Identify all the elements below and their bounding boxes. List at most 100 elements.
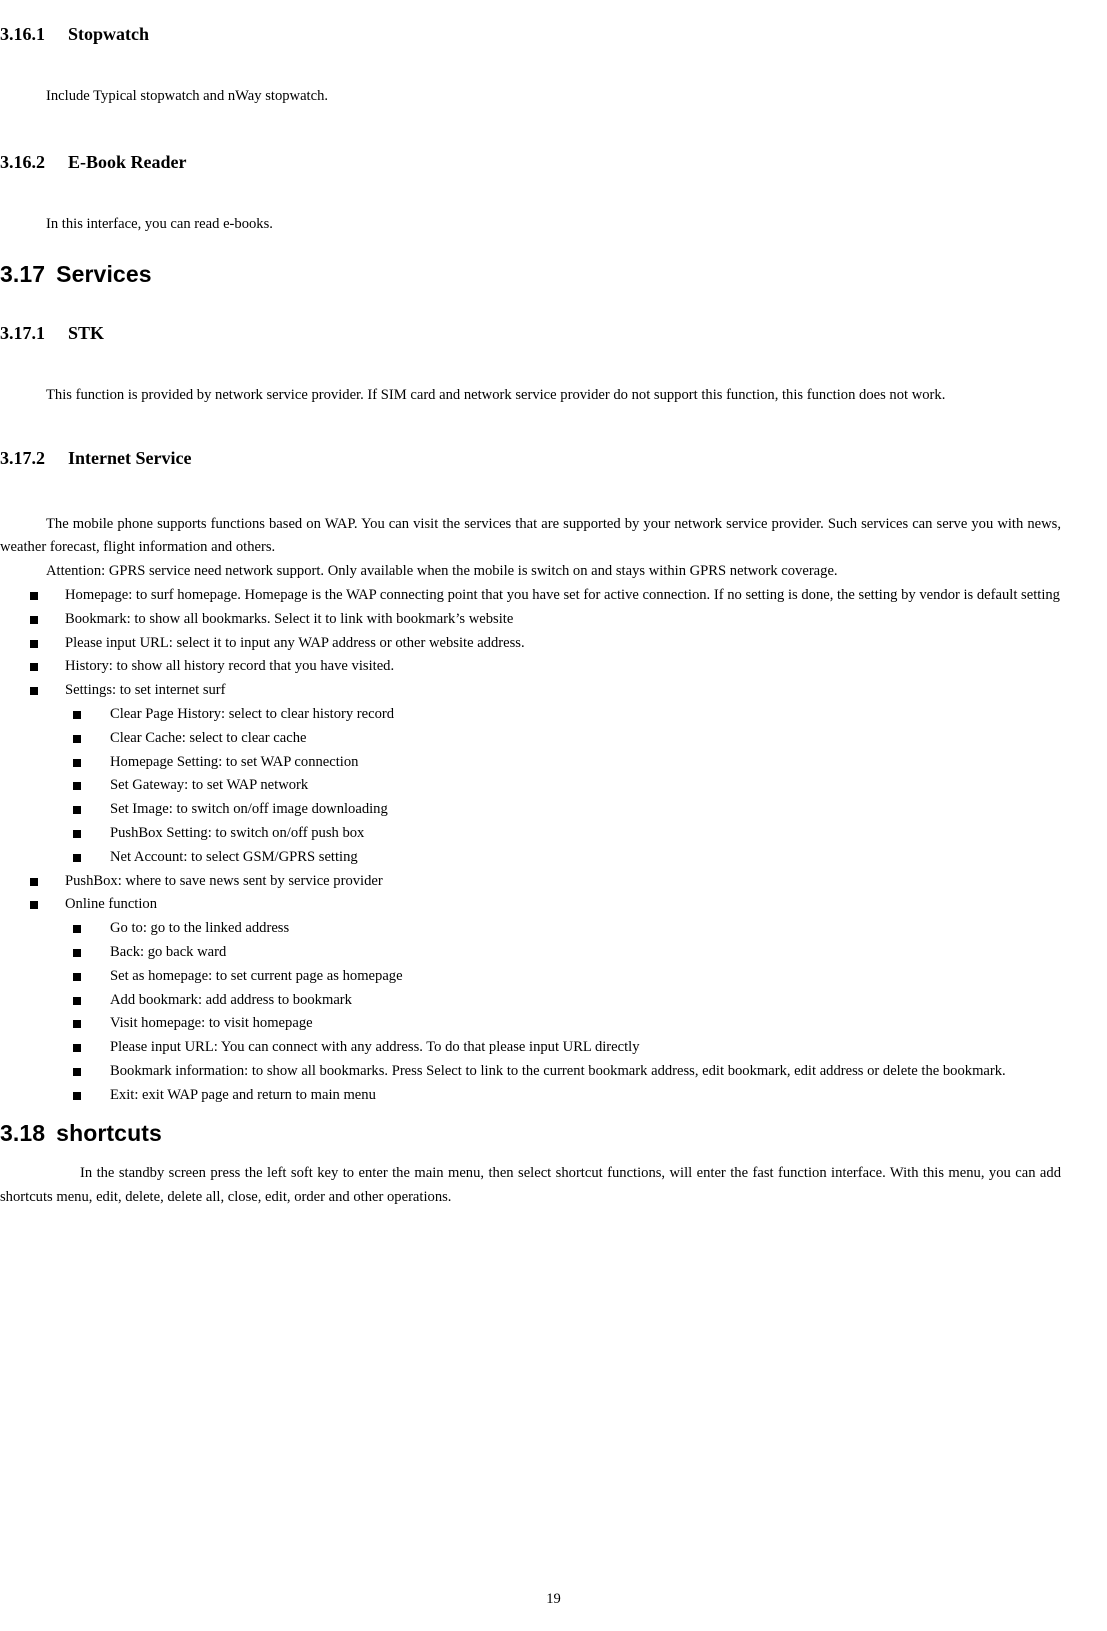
list-item[interactable]: Homepage: to surf homepage. Homepage is … xyxy=(0,584,1061,608)
document-page: 3.16.1 Stopwatch Include Typical stopwatc… xyxy=(0,0,1107,1631)
list-item[interactable]: Visit homepage: to visit homepage xyxy=(0,1012,1061,1036)
page-content: 3.16.1 Stopwatch Include Typical stopwatc… xyxy=(0,0,1107,1210)
square-bullet-icon xyxy=(30,877,38,886)
page-number-footer: 19 xyxy=(0,1589,1107,1609)
square-bullet-icon xyxy=(73,758,81,767)
heading-title: E-Book Reader xyxy=(68,152,187,173)
list-item[interactable]: Back: go back ward xyxy=(0,941,1061,965)
heading-number: 3.17 xyxy=(0,260,46,287)
list-item-label: PushBox: where to save news sent by serv… xyxy=(65,872,383,889)
heading-number: 3.18 xyxy=(0,1119,46,1146)
square-bullet-icon xyxy=(30,615,38,624)
nested-bullet-list: Go to: go to the linked address Back: go … xyxy=(0,917,1061,1107)
list-item-label: Exit: exit WAP page and return to main m… xyxy=(110,1086,376,1103)
square-bullet-icon xyxy=(73,829,81,838)
heading-number: 3.16.1 xyxy=(0,24,45,44)
list-item[interactable]: Clear Cache: select to clear cache xyxy=(0,727,1061,751)
list-item-label: Online function xyxy=(65,896,158,913)
paragraph-attention: Attention: GPRS service need network sup… xyxy=(46,563,838,580)
square-bullet-icon xyxy=(73,782,81,791)
list-item-label: Clear Page History: select to clear hist… xyxy=(110,705,395,722)
square-bullet-icon xyxy=(73,710,81,719)
list-item-label: Please input URL: select it to input any… xyxy=(65,634,525,651)
list-item[interactable]: Bookmark information: to show all bookma… xyxy=(0,1060,1061,1084)
list-item[interactable]: PushBox Setting: to switch on/off push b… xyxy=(0,822,1061,846)
heading-services: 3.17 Services xyxy=(0,261,1061,287)
nested-bullet-list: Clear Page History: select to clear hist… xyxy=(0,703,1061,870)
list-item-label: Go to: go to the linked address xyxy=(110,920,290,937)
list-item[interactable]: Online function xyxy=(0,893,1061,917)
square-bullet-icon xyxy=(73,853,81,862)
page-number: 19 xyxy=(546,1591,561,1607)
list-item[interactable]: Please input URL: select it to input any… xyxy=(0,632,1061,656)
list-item-label: Homepage: to surf homepage. Homepage is … xyxy=(65,586,1060,603)
list-item-label: Bookmark information: to show all bookma… xyxy=(110,1062,1006,1079)
list-item-label: Net Account: to select GSM/GPRS setting xyxy=(110,848,358,865)
square-bullet-icon xyxy=(73,996,81,1005)
heading-number: 3.16.2 xyxy=(0,152,45,173)
heading-title: shortcuts xyxy=(56,1119,162,1146)
paragraph-shortcuts: In the standby screen press the left sof… xyxy=(0,1164,1061,1205)
list-item[interactable]: Please input URL: You can connect with a… xyxy=(0,1036,1061,1060)
list-item-label: History: to show all history record that… xyxy=(65,658,395,675)
square-bullet-icon xyxy=(30,687,38,696)
list-item[interactable]: Set Image: to switch on/off image downlo… xyxy=(0,798,1061,822)
heading-title: Services xyxy=(56,260,152,287)
square-bullet-icon xyxy=(30,639,38,648)
internet-service-bullet-list: Homepage: to surf homepage. Homepage is … xyxy=(0,584,1061,1108)
heading-title: STK xyxy=(68,323,105,344)
list-item[interactable]: History: to show all history record that… xyxy=(0,655,1061,679)
list-item-label: Settings: to set internet surf xyxy=(65,682,226,699)
square-bullet-icon xyxy=(73,734,81,743)
square-bullet-icon xyxy=(30,901,38,910)
heading-shortcuts: 3.18 shortcuts xyxy=(0,1120,1061,1146)
heading-stopwatch: 3.16.1 Stopwatch xyxy=(0,24,1061,45)
square-bullet-icon xyxy=(30,663,38,672)
square-bullet-icon xyxy=(30,591,38,600)
heading-stk: 3.17.1 STK xyxy=(0,323,1061,344)
paragraph-internet-service: The mobile phone supports functions base… xyxy=(0,515,1061,556)
list-item[interactable]: Exit: exit WAP page and return to main m… xyxy=(0,1084,1061,1108)
list-item-label: Please input URL: You can connect with a… xyxy=(110,1039,640,1056)
paragraph-stk: This function is provided by network ser… xyxy=(46,387,946,404)
heading-internet-service: 3.17.2 Internet Service xyxy=(0,448,1061,469)
list-item-label: Visit homepage: to visit homepage xyxy=(110,1015,313,1032)
list-item-label: Clear Cache: select to clear cache xyxy=(110,729,307,746)
list-item[interactable]: Go to: go to the linked address xyxy=(0,917,1061,941)
list-item-label: Homepage Setting: to set WAP connection xyxy=(110,753,359,770)
list-item-label: Add bookmark: add address to bookmark xyxy=(110,991,352,1008)
list-item-label: Set as homepage: to set current page as … xyxy=(110,967,403,984)
paragraph-stopwatch: Include Typical stopwatch and nWay stopw… xyxy=(46,87,329,104)
sublist-container: Go to: go to the linked address Back: go … xyxy=(0,917,1061,1107)
list-item[interactable]: Settings: to set internet surf xyxy=(0,679,1061,703)
heading-number: 3.17.1 xyxy=(0,323,45,344)
list-item[interactable]: Add bookmark: add address to bookmark xyxy=(0,989,1061,1013)
list-item[interactable]: Net Account: to select GSM/GPRS setting xyxy=(0,846,1061,870)
list-item[interactable]: PushBox: where to save news sent by serv… xyxy=(0,870,1061,894)
square-bullet-icon xyxy=(73,806,81,815)
square-bullet-icon xyxy=(73,1067,81,1076)
list-item[interactable]: Set as homepage: to set current page as … xyxy=(0,965,1061,989)
list-item[interactable]: Set Gateway: to set WAP network xyxy=(0,774,1061,798)
square-bullet-icon xyxy=(73,1091,81,1100)
square-bullet-icon xyxy=(73,948,81,957)
list-item[interactable]: Clear Page History: select to clear hist… xyxy=(0,703,1061,727)
list-item[interactable]: Bookmark: to show all bookmarks. Select … xyxy=(0,608,1061,632)
square-bullet-icon xyxy=(73,1044,81,1053)
square-bullet-icon xyxy=(73,1020,81,1029)
list-item-label: Set Image: to switch on/off image downlo… xyxy=(110,801,388,818)
heading-title: Internet Service xyxy=(68,447,192,468)
paragraph-ebook-reader: In this interface, you can read e-books. xyxy=(46,216,273,233)
sublist-container: Clear Page History: select to clear hist… xyxy=(0,703,1061,870)
list-item[interactable]: Homepage Setting: to set WAP connection xyxy=(0,751,1061,775)
